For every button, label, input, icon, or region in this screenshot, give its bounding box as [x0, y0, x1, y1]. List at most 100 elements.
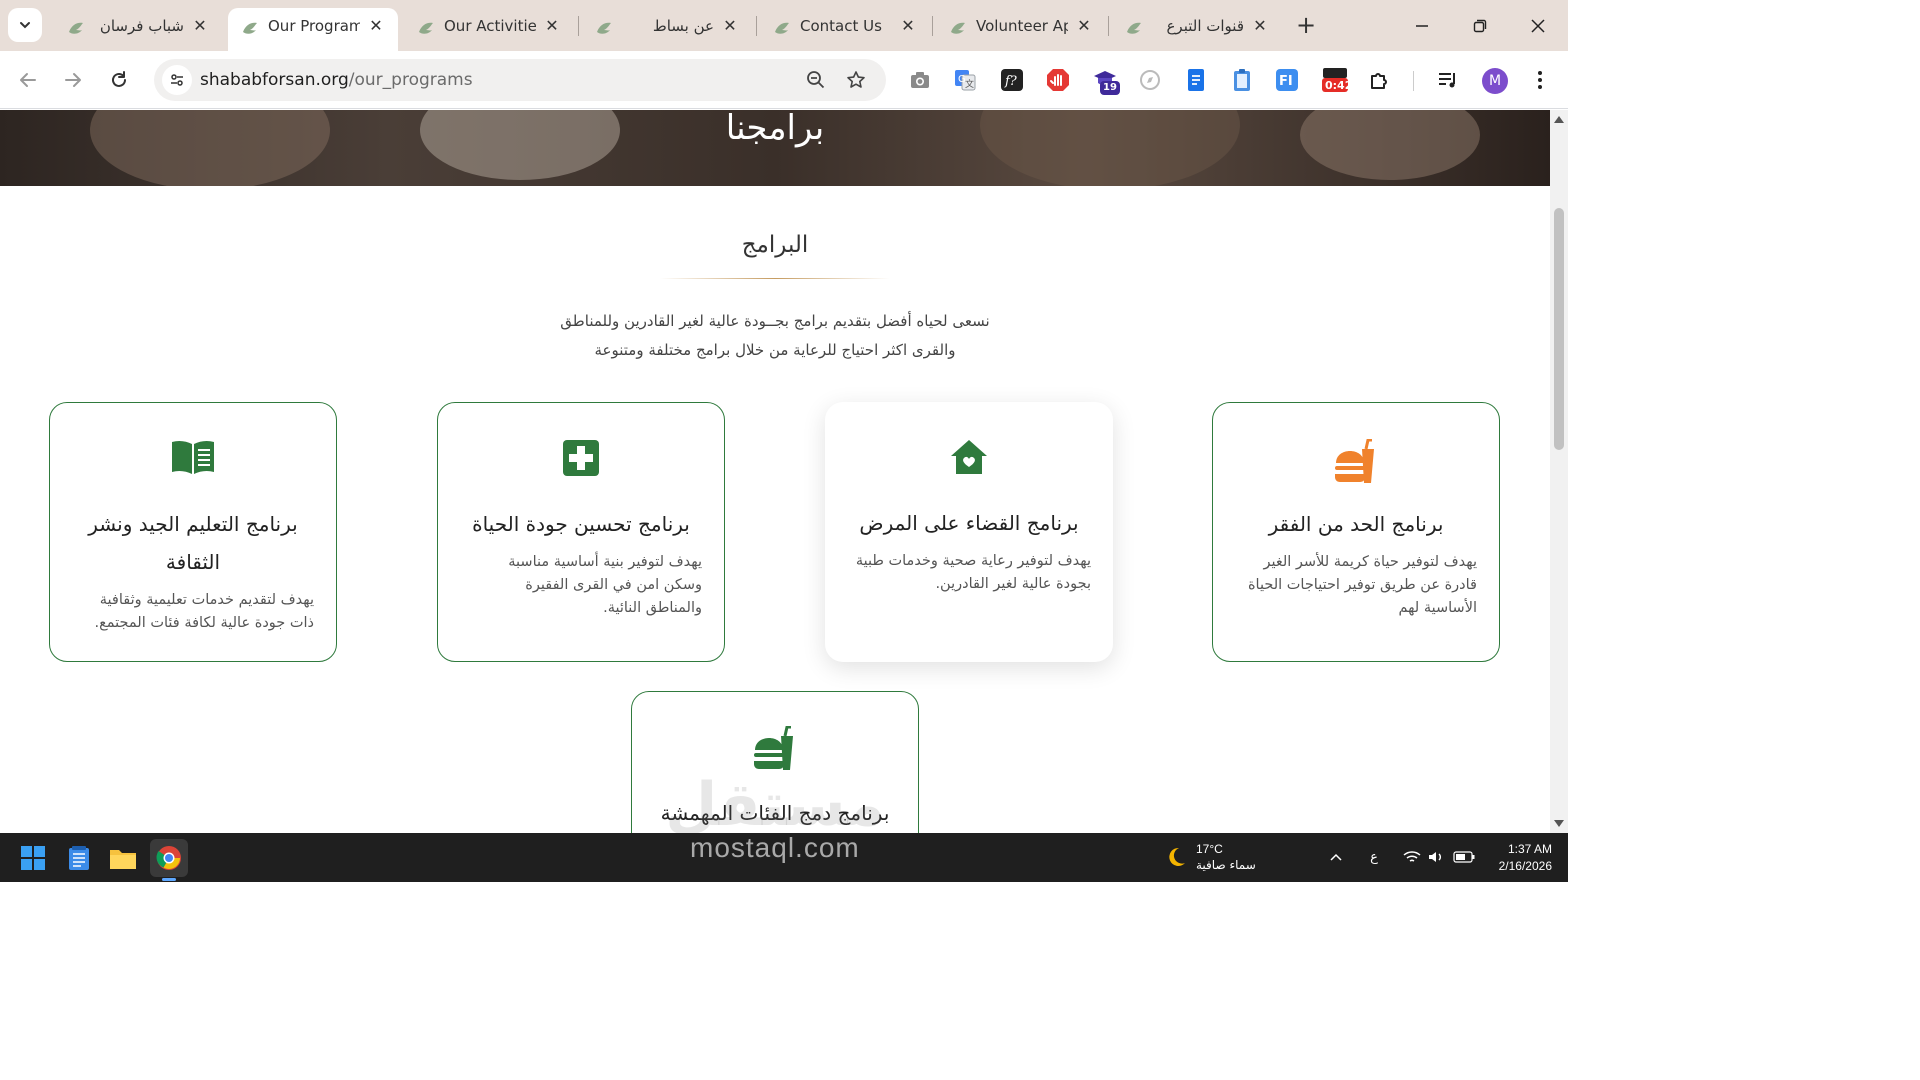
tab-search-button[interactable] — [8, 8, 42, 42]
site-favicon — [243, 22, 257, 34]
browser-toolbar: shababforsan.org/our_programs G文 f? 19 F… — [0, 51, 1568, 109]
bookmark-button[interactable] — [844, 68, 868, 92]
forward-button[interactable] — [56, 63, 90, 97]
restore-button[interactable] — [1460, 8, 1500, 44]
tab-separator — [756, 16, 757, 36]
tab-volunteer-application[interactable]: Volunteer Application ✕ — [936, 8, 1106, 51]
weather-widget[interactable] — [1164, 845, 1188, 869]
windows-logo-icon — [21, 846, 45, 870]
battery-icon — [1453, 851, 1475, 863]
svg-text:文: 文 — [965, 78, 974, 90]
extension-formula[interactable]: f? — [999, 67, 1025, 93]
tab-about-besat[interactable]: عن بساط ✕ — [582, 8, 752, 51]
taskbar-notepad[interactable] — [60, 839, 98, 877]
close-icon — [1531, 19, 1545, 33]
program-card-education[interactable]: برنامج التعليم الجيد ونشر الثقافة يهدف ل… — [49, 402, 337, 662]
battery-icon[interactable] — [1452, 847, 1476, 867]
section-description-line: والقرى اكثر احتياج للرعاية من خلال برامج… — [594, 341, 956, 359]
tab-our-programs[interactable]: Our Programs ✕ — [228, 8, 398, 51]
site-favicon — [597, 22, 611, 34]
volume-icon — [1429, 852, 1441, 862]
tab-label: شباب فرسان — [99, 17, 184, 35]
site-favicon — [775, 22, 789, 34]
close-icon[interactable]: ✕ — [1250, 16, 1270, 36]
close-icon[interactable]: ✕ — [190, 16, 210, 36]
tab-label: Contact Us — [800, 17, 882, 35]
active-app-indicator — [162, 878, 176, 881]
extensions-menu-button[interactable] — [1367, 67, 1393, 93]
medical-cross-icon — [563, 440, 599, 476]
document-icon — [1188, 69, 1204, 91]
extension-clipboard[interactable] — [1229, 67, 1255, 93]
extension-docs[interactable] — [1183, 67, 1209, 93]
clipboard-icon — [1234, 69, 1250, 91]
arrow-right-icon — [65, 73, 81, 87]
tab-label: Our Activities — [444, 17, 536, 35]
extension-compass[interactable] — [1137, 67, 1163, 93]
browser-menu-button[interactable] — [1527, 67, 1553, 93]
extension-timer[interactable]: 0:42 — [1320, 67, 1352, 93]
show-hidden-icons-button[interactable] — [1326, 847, 1346, 867]
svg-text:f?: f? — [1004, 74, 1018, 89]
close-icon[interactable]: ✕ — [366, 16, 386, 36]
close-icon[interactable]: ✕ — [898, 16, 918, 36]
extension-grad-cap[interactable]: 19 — [1092, 67, 1120, 95]
zoom-button[interactable] — [804, 68, 828, 92]
minimize-icon — [1416, 25, 1428, 27]
program-card-poverty[interactable]: برنامج الحد من الفقر يهدف لتوفير حياة كر… — [1212, 402, 1500, 662]
url-domain: shababforsan.org — [200, 70, 349, 90]
minimize-button[interactable] — [1402, 8, 1442, 44]
start-button[interactable] — [14, 839, 52, 877]
program-icon-wrap — [50, 439, 336, 483]
weather-description: سماء صافية — [1196, 858, 1256, 872]
hero-banner: برامجنا — [0, 110, 1550, 186]
media-control-button[interactable] — [1435, 67, 1461, 93]
input-language-indicator[interactable]: ع — [1364, 847, 1384, 867]
more-vertical-icon — [1538, 71, 1542, 89]
extension-fi[interactable]: FI — [1274, 67, 1300, 93]
zoom-icon — [807, 71, 825, 89]
tab-contact-us[interactable]: Contact Us ✕ — [760, 8, 930, 51]
page-scrollbar[interactable] — [1550, 110, 1568, 833]
moon-icon — [1169, 847, 1185, 866]
profile-avatar[interactable]: M — [1482, 68, 1508, 94]
scrollbar-thumb[interactable] — [1554, 208, 1564, 450]
back-button[interactable] — [11, 63, 45, 97]
clock-date[interactable]: 2/16/2026 — [1482, 859, 1552, 873]
tab-shabab-forsan[interactable]: شباب فرسان ✕ — [54, 8, 222, 51]
camera-icon — [911, 72, 929, 88]
tab-our-activities[interactable]: Our Activities ✕ — [404, 8, 574, 51]
close-icon[interactable]: ✕ — [1074, 16, 1094, 36]
tab-label: عن بساط — [652, 17, 714, 35]
program-description: يهدف لتوفير رعاية صحية وخدمات طبية بجودة… — [855, 553, 1091, 592]
playlist-music-icon — [1439, 73, 1455, 88]
chevron-up-icon — [1330, 853, 1342, 861]
taskbar-file-explorer[interactable] — [104, 839, 142, 877]
url-text[interactable]: shababforsan.org/our_programs — [200, 59, 473, 101]
close-icon[interactable]: ✕ — [542, 16, 562, 36]
wifi-icon[interactable] — [1402, 847, 1422, 867]
volume-icon[interactable] — [1426, 847, 1446, 867]
close-icon[interactable]: ✕ — [720, 16, 740, 36]
timer-badge: 0:42 — [1325, 79, 1353, 92]
address-bar[interactable]: shababforsan.org/our_programs — [154, 59, 886, 101]
extension-google-translate[interactable]: G文 — [952, 67, 978, 93]
program-icon-wrap — [438, 439, 724, 483]
scroll-up-arrow[interactable] — [1554, 116, 1564, 123]
program-card-disease[interactable]: برنامج القضاء على المرض يهدف لتوفير رعاي… — [825, 402, 1113, 662]
clock-time[interactable]: 1:37 AM — [1496, 842, 1552, 856]
close-window-button[interactable] — [1518, 8, 1558, 44]
scroll-down-arrow[interactable] — [1554, 820, 1564, 827]
extension-adblock[interactable] — [1045, 67, 1071, 93]
taskbar-chrome[interactable] — [150, 839, 188, 877]
program-title: برنامج التعليم الجيد ونشر الثقافة — [88, 512, 298, 574]
extension-camera[interactable] — [907, 67, 933, 93]
program-description: يهدف لتقديم خدمات تعليمية وثقافية ذات جو… — [94, 592, 314, 631]
reload-button[interactable] — [102, 63, 136, 97]
site-favicon — [1127, 22, 1141, 34]
program-card-quality-of-life[interactable]: برنامج تحسين جودة الحياة يهدف لتوفير بني… — [437, 402, 725, 662]
site-info-button[interactable] — [162, 65, 192, 95]
program-icon-wrap — [825, 438, 1113, 482]
tab-donation-channels[interactable]: قنوات التبرع ✕ — [1112, 8, 1282, 51]
new-tab-button[interactable]: + — [1292, 12, 1320, 40]
